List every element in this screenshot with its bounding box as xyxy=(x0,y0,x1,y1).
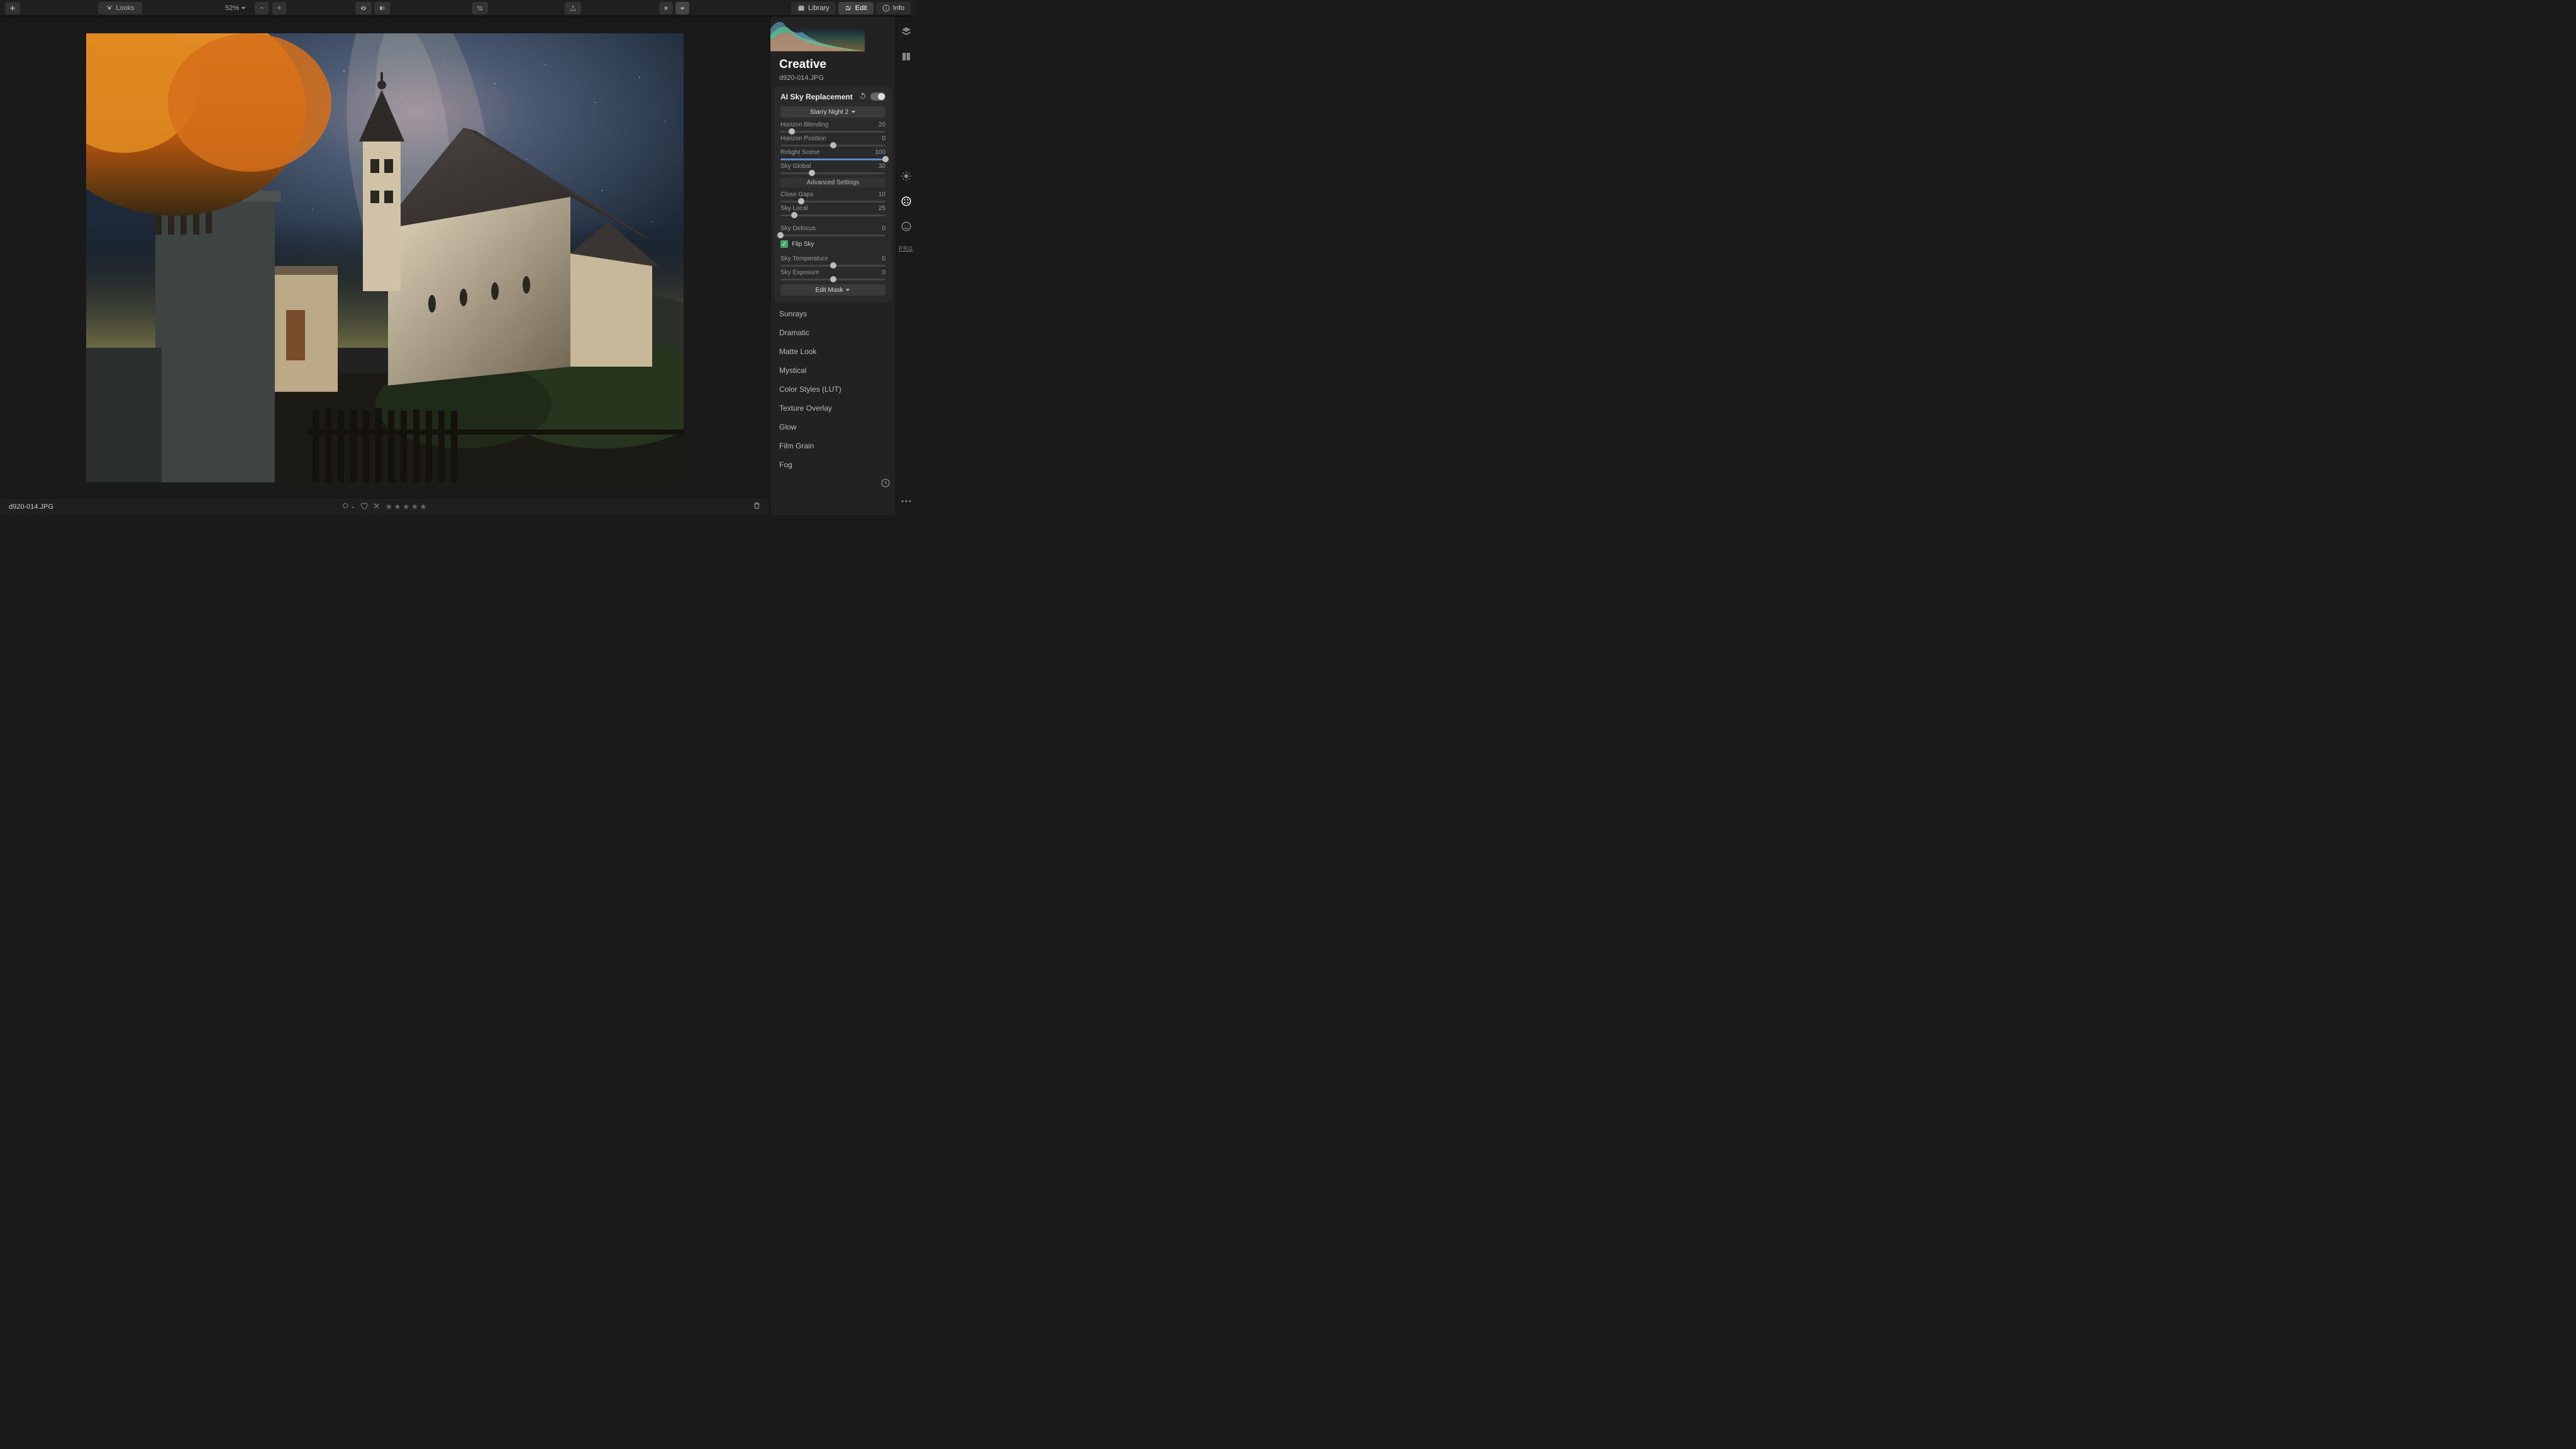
clock-icon xyxy=(880,478,891,488)
grid-icon xyxy=(664,4,668,12)
filter-item[interactable]: Dramatic xyxy=(770,323,896,342)
close-gaps-slider[interactable]: Close Gaps10 xyxy=(780,191,886,203)
sliders-icon xyxy=(845,4,852,12)
section-title: AI Sky Replacement xyxy=(780,92,853,101)
library-icon xyxy=(797,4,805,12)
filter-list: SunraysDramaticMatte LookMysticalColor S… xyxy=(770,304,896,474)
chevron-down-icon xyxy=(352,506,355,509)
filter-item[interactable]: Glow xyxy=(770,418,896,436)
bottom-bar: d920-014.JPG ★★★★★ xyxy=(0,497,770,515)
color-label-button[interactable] xyxy=(341,502,355,511)
sky-preset-dropdown[interactable]: Starry Night 2 xyxy=(780,106,886,118)
filter-item[interactable]: Sunrays xyxy=(770,304,896,323)
filter-item[interactable]: Fog xyxy=(770,455,896,474)
delete-button[interactable] xyxy=(753,501,761,512)
sky-temperature-slider[interactable]: Sky Temperature0 xyxy=(780,255,886,267)
panel-title: Creative xyxy=(770,52,896,74)
export-icon xyxy=(570,4,576,13)
essentials-button[interactable] xyxy=(900,170,913,182)
sky-defocus-slider[interactable]: Sky Defocus0 xyxy=(780,225,886,236)
chevron-down-icon xyxy=(845,287,850,292)
eye-icon xyxy=(360,4,367,13)
chevron-down-icon xyxy=(851,109,856,114)
advanced-settings-header[interactable]: Advanced Settings xyxy=(780,178,886,187)
trash-icon xyxy=(753,501,761,510)
histogram[interactable] xyxy=(770,16,865,52)
tool-icon-strip: PRO xyxy=(896,16,916,515)
info-tab[interactable]: Info xyxy=(876,2,911,14)
reject-button[interactable] xyxy=(374,502,380,511)
reset-button[interactable] xyxy=(859,92,867,101)
rating-stars[interactable]: ★★★★★ xyxy=(386,502,428,512)
right-panel: Creative d920-014.JPG AI Sky Replacement… xyxy=(770,16,896,515)
x-icon xyxy=(374,502,380,509)
grid-view-button[interactable] xyxy=(659,2,673,14)
filter-item[interactable]: Mystical xyxy=(770,361,896,380)
horizon-blending-slider[interactable]: Horizon Blending20 xyxy=(780,121,886,133)
compare-button[interactable] xyxy=(374,2,391,14)
looks-button[interactable]: Looks xyxy=(98,2,142,14)
image-preview[interactable] xyxy=(86,33,684,482)
filter-item[interactable]: Film Grain xyxy=(770,436,896,455)
favorite-button[interactable] xyxy=(360,502,369,512)
top-toolbar: Looks 52% − + xyxy=(0,0,916,16)
circle-icon xyxy=(341,502,349,509)
looks-label: Looks xyxy=(116,4,134,12)
relight-scene-slider[interactable]: Relight Scene100 xyxy=(780,149,886,160)
sky-exposure-slider[interactable]: Sky Exposure0 xyxy=(780,269,886,280)
ai-sky-replacement-section: AI Sky Replacement Starry Night 2 Horizo… xyxy=(774,87,892,302)
zoom-level[interactable]: 52% xyxy=(220,2,251,14)
heart-icon xyxy=(360,502,369,510)
section-toggle[interactable] xyxy=(870,92,886,101)
export-button[interactable] xyxy=(565,2,581,14)
horizon-position-slider[interactable]: Horizon Position0 xyxy=(780,135,886,147)
check-icon: ✓ xyxy=(780,240,788,248)
filter-item[interactable]: Matte Look xyxy=(770,342,896,361)
looks-icon xyxy=(106,4,113,12)
edit-mask-button[interactable]: Edit Mask xyxy=(780,284,886,296)
pro-button[interactable]: PRO xyxy=(899,245,913,252)
portrait-button[interactable] xyxy=(900,220,913,233)
library-tab[interactable]: Library xyxy=(791,2,836,14)
chevron-down-icon xyxy=(241,6,246,11)
single-icon xyxy=(680,5,684,11)
layers-button[interactable] xyxy=(900,25,913,38)
single-view-button[interactable] xyxy=(675,2,689,14)
crop-icon xyxy=(477,4,483,13)
add-button[interactable] xyxy=(5,2,20,14)
sky-global-slider[interactable]: Sky Global30 xyxy=(780,163,886,174)
panel-filename: d920-014.JPG xyxy=(770,74,896,87)
canvas-area xyxy=(0,16,770,497)
sky-local-slider[interactable]: Sky Local25 xyxy=(780,205,886,216)
zoom-in-button[interactable]: + xyxy=(272,2,286,14)
crop-button[interactable] xyxy=(472,2,488,14)
edit-tab[interactable]: Edit xyxy=(838,2,874,14)
compare-icon xyxy=(379,4,386,13)
zoom-out-button[interactable]: − xyxy=(255,2,269,14)
info-icon xyxy=(882,4,890,12)
creative-button[interactable] xyxy=(900,195,913,208)
more-button[interactable] xyxy=(900,495,913,508)
canvas-button[interactable] xyxy=(900,50,913,63)
flip-sky-checkbox[interactable]: ✓ Flip Sky xyxy=(780,240,886,248)
bottom-filename: d920-014.JPG xyxy=(9,503,53,511)
filter-item[interactable]: Color Styles (LUT) xyxy=(770,380,896,399)
filter-item[interactable]: Texture Overlay xyxy=(770,399,896,418)
preview-toggle-button[interactable] xyxy=(355,2,372,14)
history-button[interactable] xyxy=(880,478,891,490)
